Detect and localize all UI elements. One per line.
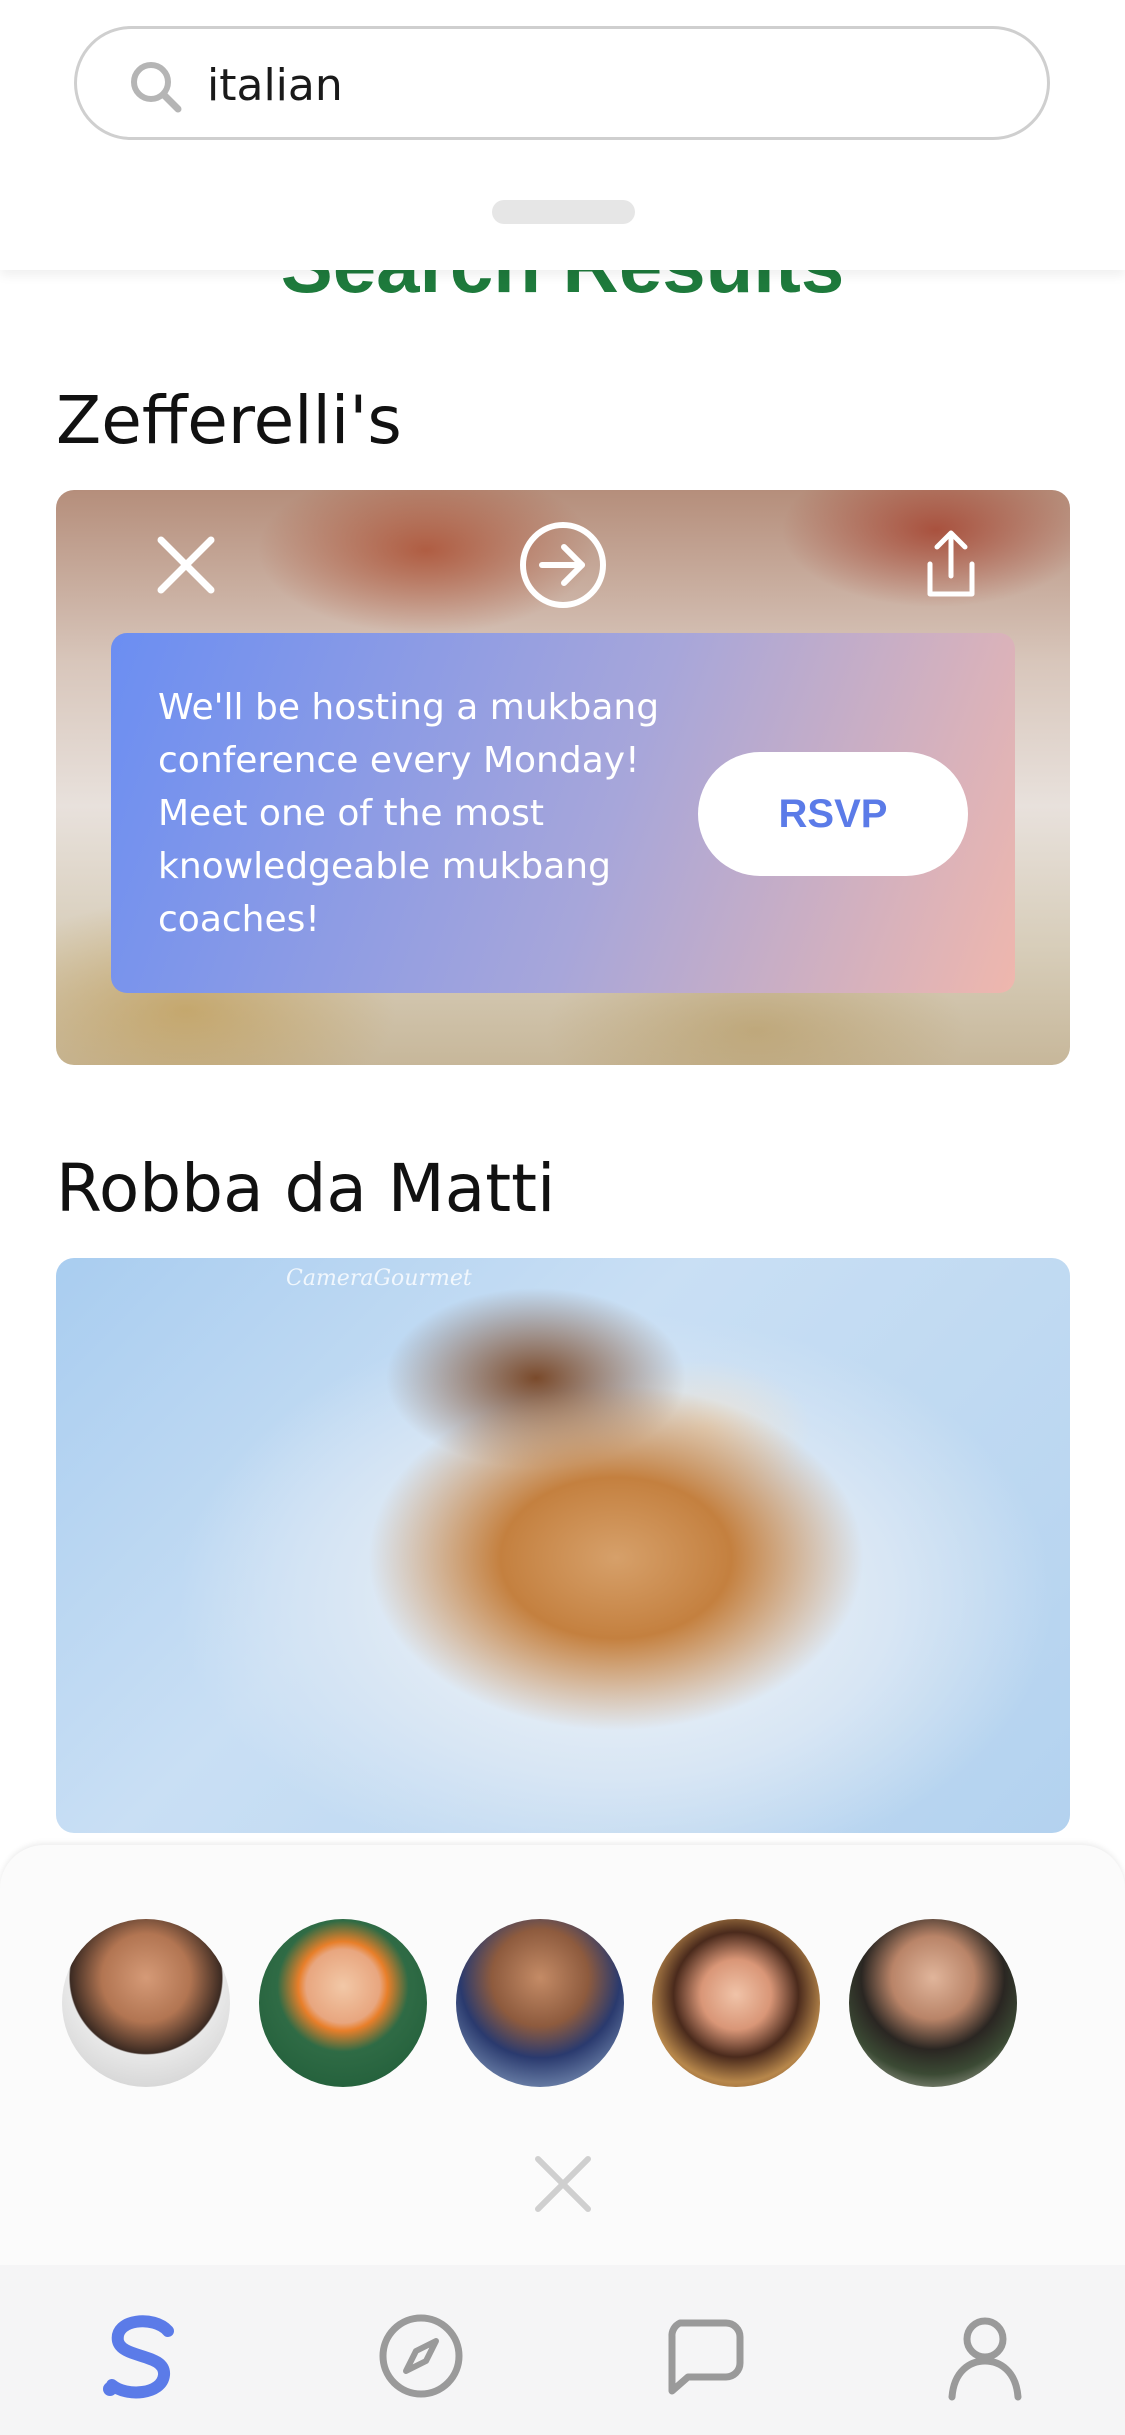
arrow-right-icon[interactable] <box>518 520 608 610</box>
close-icon[interactable] <box>532 2153 594 2215</box>
search-input[interactable] <box>205 49 1009 121</box>
avatar[interactable] <box>652 1919 820 2087</box>
restaurant-card[interactable]: We'll be hosting a mukbang conference ev… <box>56 490 1070 1065</box>
compass-icon[interactable] <box>376 2311 466 2401</box>
home-logo-icon[interactable] <box>96 2311 186 2401</box>
avatar[interactable] <box>849 1919 1017 2087</box>
search-icon <box>131 62 182 113</box>
close-icon[interactable] <box>141 520 231 610</box>
profile-icon[interactable] <box>940 2311 1030 2401</box>
avatar[interactable] <box>456 1919 624 2087</box>
promo-text: We'll be hosting a mukbang conference ev… <box>158 687 660 940</box>
share-icon[interactable] <box>906 520 996 610</box>
rsvp-button[interactable]: RSVP <box>698 752 968 876</box>
restaurant-name[interactable]: Zefferelli's <box>56 382 402 459</box>
promo-banner: We'll be hosting a mukbang conference ev… <box>111 633 1015 993</box>
photo-watermark: CameraGourmet <box>286 1266 472 1291</box>
avatar[interactable] <box>259 1919 427 2087</box>
drag-handle[interactable] <box>492 200 635 224</box>
restaurant-photo[interactable]: CameraGourmet <box>56 1258 1070 1833</box>
bottom-nav <box>0 2265 1125 2435</box>
friends-sheet <box>0 1845 1125 2265</box>
search-header <box>0 0 1125 270</box>
search-bar[interactable] <box>74 26 1050 140</box>
restaurant-name[interactable]: Robba da Matti <box>56 1150 555 1227</box>
chat-bubble-icon[interactable] <box>658 2311 748 2401</box>
avatar[interactable] <box>62 1919 230 2087</box>
